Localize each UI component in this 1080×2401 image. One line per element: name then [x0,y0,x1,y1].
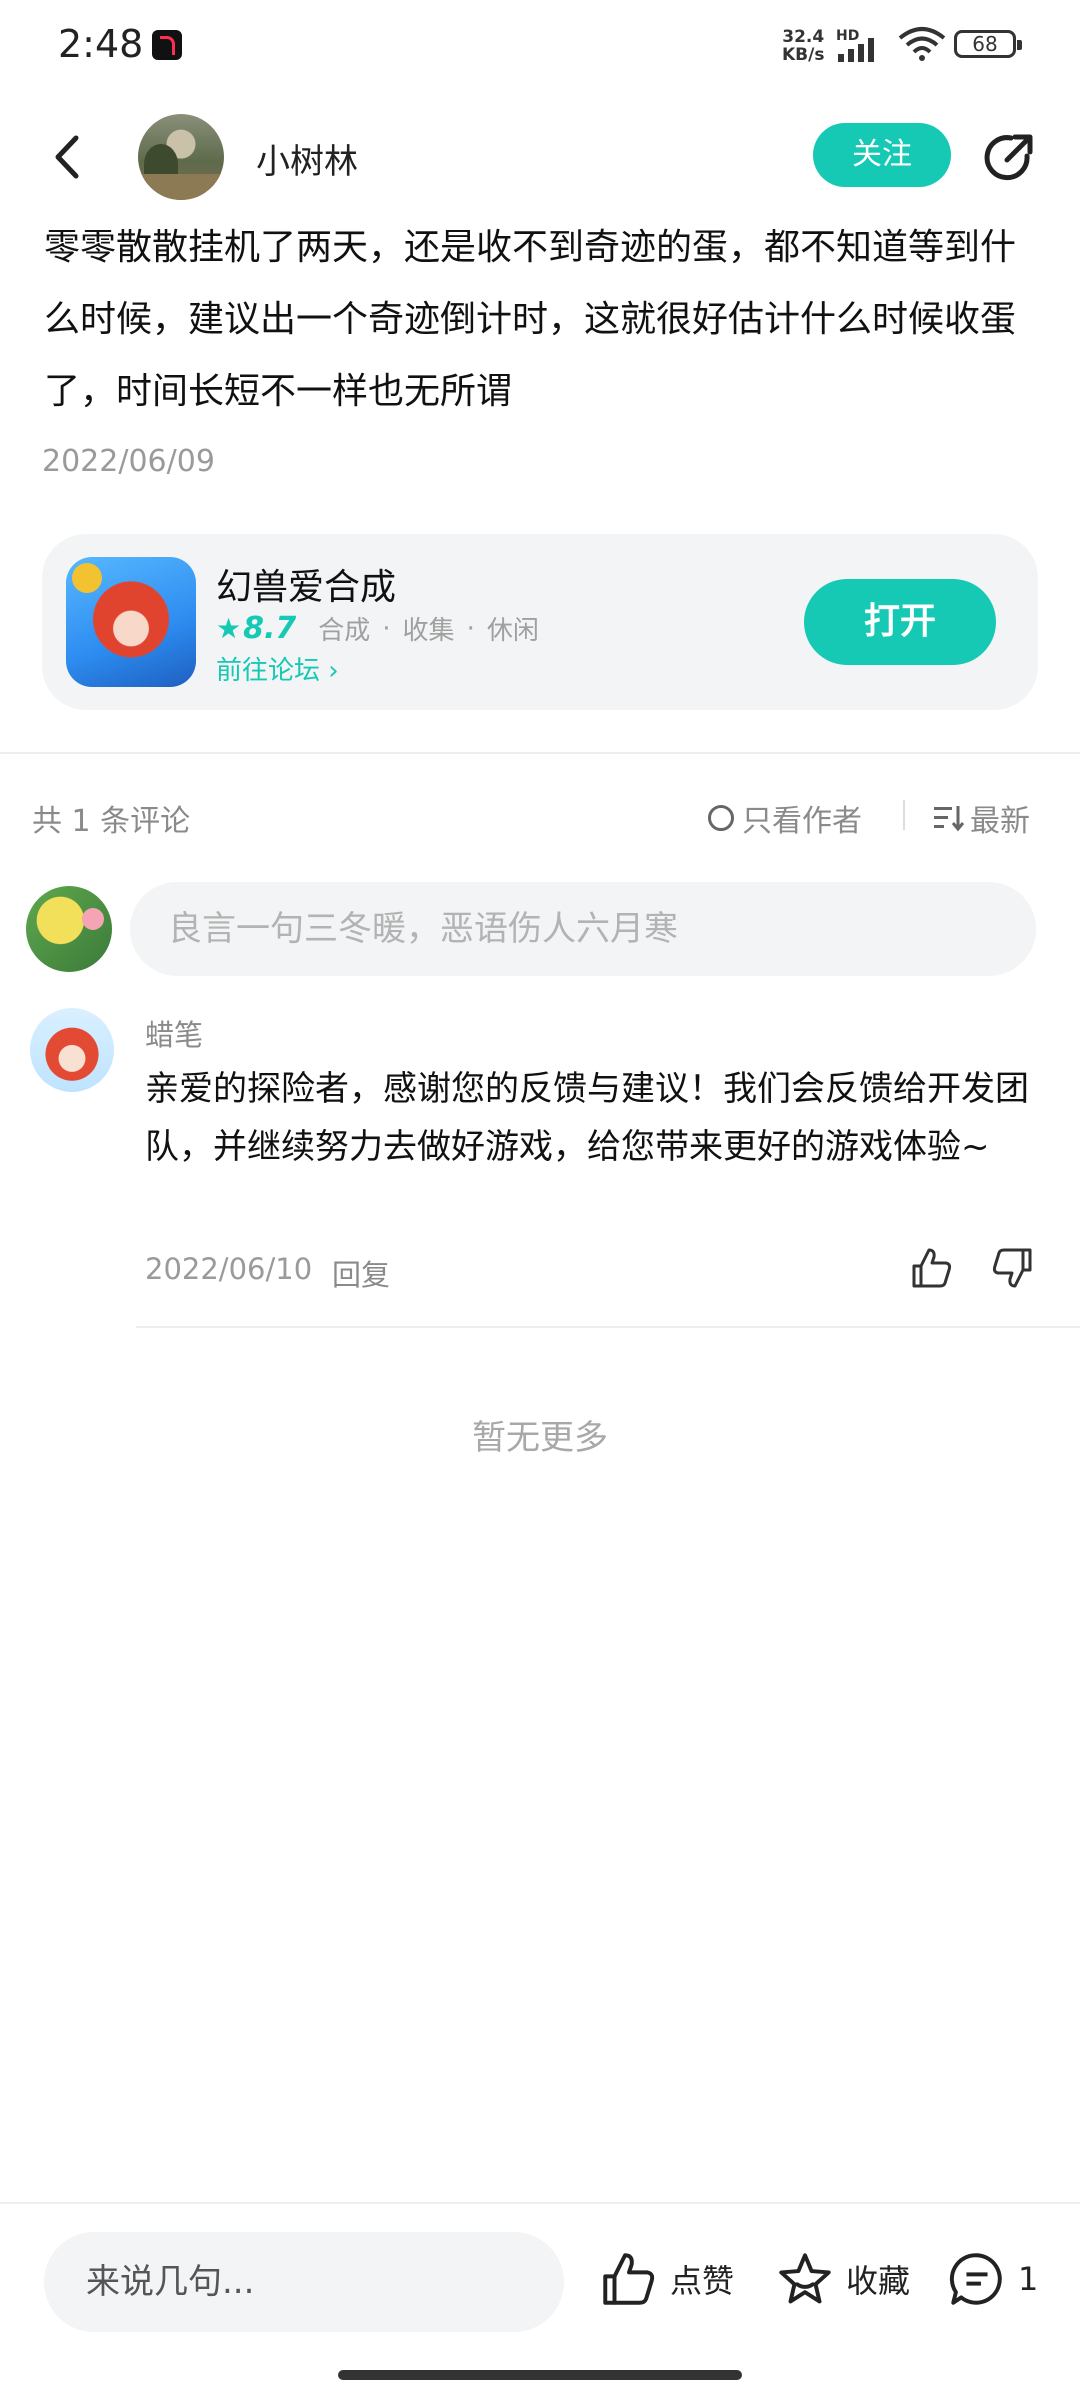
sort-icon [934,806,964,832]
follow-button[interactable]: 关注 [813,123,951,187]
app-tag: 合成 [318,616,371,646]
app-card[interactable]: 幻兽爱合成 ★ 8.7 合成 · 收集 · 休闲 前往论坛 › 打开 [42,534,1038,710]
app-meta: ★ 8.7 合成 · 收集 · 休闲 [216,610,539,647]
commenter-avatar[interactable] [30,1008,114,1092]
thumbs-down-icon[interactable] [990,1246,1034,1290]
author-avatar[interactable] [138,114,224,200]
sort-toggle[interactable]: 最新 [934,796,1030,840]
comment-divider [136,1326,1080,1328]
section-divider [0,752,1080,754]
app-rating: 8.7 [243,611,297,646]
comment-count: 共 1 条评论 [32,804,191,839]
favorite-label: 收藏 [846,2262,911,2300]
open-app-button[interactable]: 打开 [804,579,996,665]
status-time: 2:48 [58,22,144,66]
share-icon[interactable] [981,130,1037,186]
author-name[interactable]: 小树林 [256,134,358,183]
like-label: 点赞 [670,2262,735,2300]
star-outline-icon [779,2253,831,2304]
network-speed: 32.4 KB/s [782,28,824,64]
forum-link-label: 前往论坛 [216,656,321,686]
comment-text: 亲爱的探险者，感谢您的反馈与建议！我们会反馈给开发团队，并继续努力去做好游戏，给… [145,1069,1029,1167]
star-icon: ★ [216,612,242,645]
post-header: 小树林 关注 [0,110,1080,200]
radio-circle-icon[interactable] [708,805,734,831]
network-speed-unit: KB/s [782,45,825,65]
only-author-label: 只看作者 [742,804,862,839]
comment-date: 2022/06/10 [145,1252,313,1286]
comment-bubble-icon [949,2253,1002,2305]
wifi-icon [898,27,946,61]
vertical-divider [903,800,905,830]
post-date: 2022/06/09 [42,444,215,479]
battery-indicator: 68 [954,30,1022,58]
bottom-bar-divider [0,2202,1080,2204]
signal-icon [838,38,874,62]
chevron-right-icon: › [328,656,339,686]
tag-separator: · [382,613,391,644]
comment-input[interactable]: 良言一句三冬暖，恶语伤人六月寒 [130,882,1036,976]
like-button[interactable]: 点赞 [600,2250,734,2308]
favorite-button[interactable]: 收藏 [776,2250,910,2308]
comment-button[interactable]: 1 [948,2250,1038,2308]
home-indicator[interactable] [338,2370,742,2380]
thumbs-up-icon[interactable] [910,1246,954,1290]
commenter-name[interactable]: 蜡笔 [145,1012,203,1054]
app-tag: 收集 [402,616,455,646]
sort-label: 最新 [970,804,1030,839]
only-author-toggle[interactable]: 只看作者 [708,796,862,840]
back-arrow-icon[interactable] [48,132,88,182]
post-content: 零零散散挂机了两天，还是收不到奇迹的蛋，都不知道等到什么时候，建议出一个奇迹倒计… [44,227,1017,412]
app-icon[interactable] [66,557,196,687]
status-bar: 2:48 32.4 KB/s HD 68 [0,0,1080,92]
forum-link[interactable]: 前往论坛 › [216,650,339,687]
app-name: 幻兽爱合成 [216,567,397,608]
tiktok-notification-icon [152,30,182,60]
reply-button[interactable]: 回复 [332,1252,390,1294]
app-tag: 休闲 [486,616,539,646]
network-speed-value: 32.4 [782,27,825,47]
thumbs-up-icon [603,2253,655,2305]
my-avatar [26,886,112,972]
bottom-comment-input[interactable]: 来说几句... [44,2232,564,2332]
comment-count-badge: 1 [1018,2260,1039,2298]
no-more-label: 暂无更多 [472,1418,608,1458]
tag-separator: · [466,613,475,644]
